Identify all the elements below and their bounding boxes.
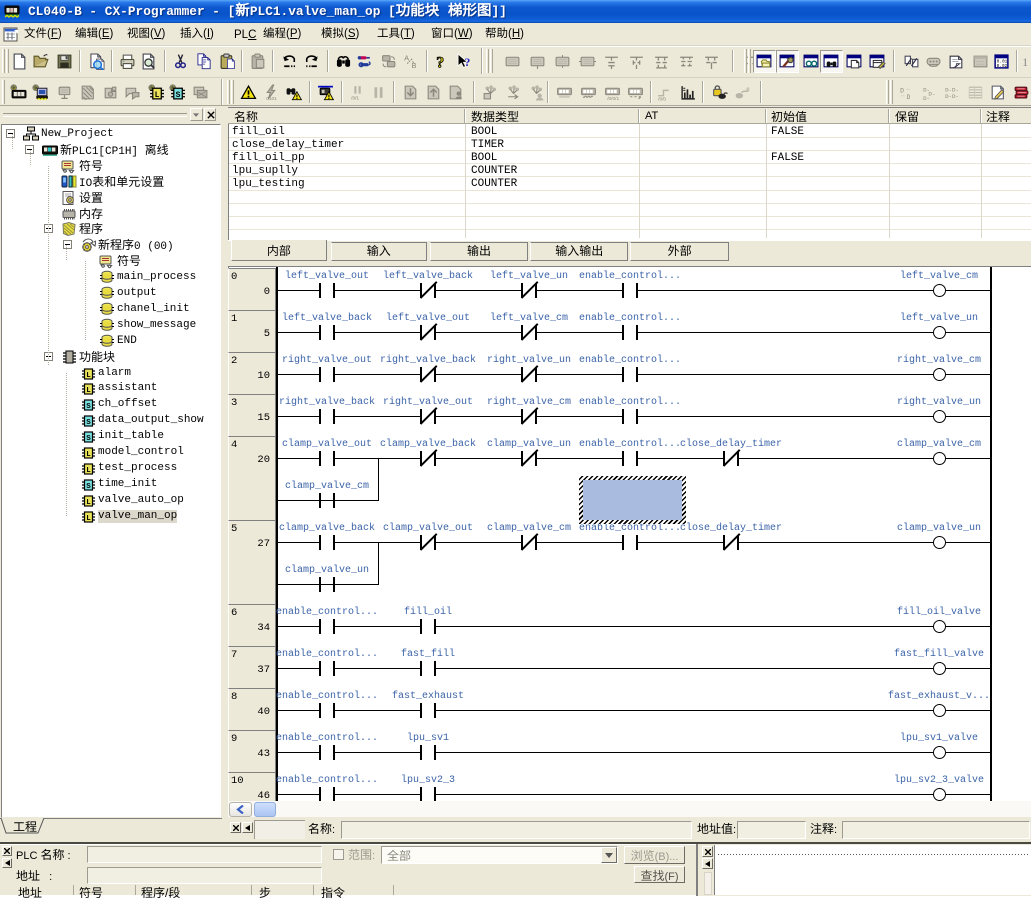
svg-text:/0/0: /0/0 bbox=[658, 96, 666, 101]
svg-text:L: L bbox=[86, 451, 91, 459]
svg-text:?: ? bbox=[436, 54, 444, 70]
svg-text:S: S bbox=[86, 435, 91, 443]
svg-text:D: D bbox=[900, 87, 904, 94]
svg-text:S: S bbox=[86, 483, 91, 491]
svg-text:L: L bbox=[86, 467, 91, 475]
svg-text:S: S bbox=[175, 90, 180, 99]
svg-text:L: L bbox=[154, 90, 159, 99]
svg-text:S: S bbox=[86, 403, 91, 411]
svg-text:0.02: 0.02 bbox=[996, 63, 1007, 69]
svg-text:D-: D- bbox=[923, 94, 930, 100]
svg-text:D-D-: D-D- bbox=[945, 92, 959, 99]
svg-text:0101: 0101 bbox=[266, 95, 277, 100]
svg-text:L: L bbox=[86, 387, 91, 395]
svg-text:1: 1 bbox=[1022, 55, 1028, 68]
svg-text:L: L bbox=[86, 515, 91, 523]
svg-text:A: A bbox=[404, 53, 409, 62]
svg-text:?: ? bbox=[464, 55, 470, 68]
svg-text:D: D bbox=[906, 93, 910, 100]
svg-text:L: L bbox=[86, 499, 91, 507]
svg-text:/0/0/1: /0/0/1 bbox=[607, 95, 619, 100]
svg-text:/0/1: /0/1 bbox=[351, 95, 359, 101]
svg-text:S: S bbox=[86, 419, 91, 427]
svg-text:L: L bbox=[86, 372, 91, 380]
